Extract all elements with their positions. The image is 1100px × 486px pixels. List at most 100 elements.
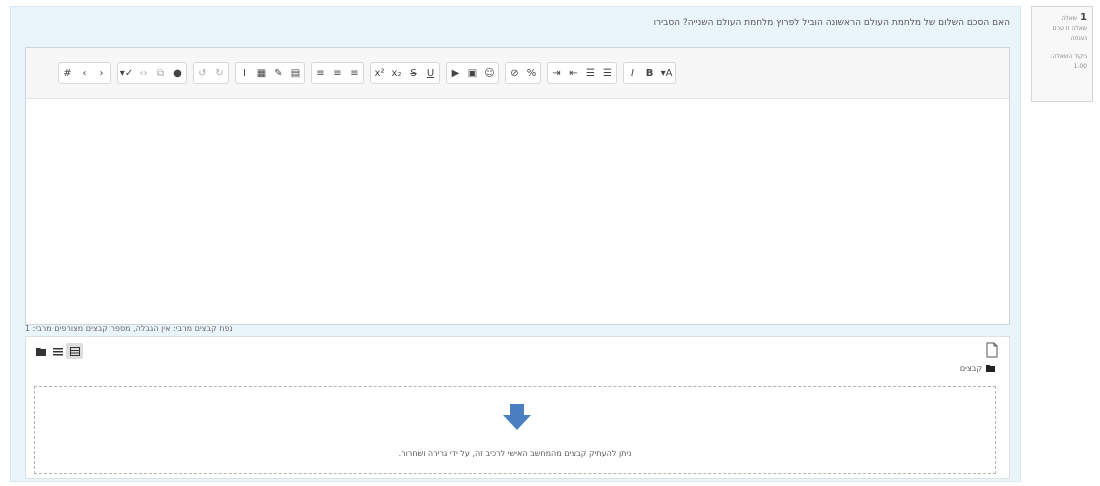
list-icon bbox=[52, 347, 63, 355]
undo-icon: ‹ bbox=[82, 67, 87, 79]
brush-icon: ▾✓ bbox=[119, 67, 134, 79]
question-text: האם הסכם השלום של מלחמת העולם הראשונה הו… bbox=[653, 18, 1010, 28]
link-icon: % bbox=[526, 67, 537, 79]
answer-textarea[interactable] bbox=[26, 100, 1009, 324]
align-left-button[interactable]: ≡ bbox=[346, 63, 363, 83]
table-button[interactable]: ▦ bbox=[253, 63, 270, 83]
indent-button[interactable]: ⇥ bbox=[548, 63, 565, 83]
bold-icon: B bbox=[645, 67, 654, 79]
drop-instruction-text: ניתן להעתיק קבצים מהמחשב האישי לרכיב זה,… bbox=[398, 449, 632, 458]
copy-icon: ⧉ bbox=[156, 67, 165, 79]
media-button[interactable]: ▶ bbox=[447, 63, 464, 83]
toolbar-groups: # ‹ › ▾✓ ‹› ⧉ ● ↺ ↻ I ▦ ✎ ▤ ≡ ≡ ≡ x² x₂ S U ▶ ▣ ☺ ⊘% ⇥ ⇤ ☰ ☰ I B ▾A bbox=[58, 62, 676, 84]
subscript-icon: x₂ bbox=[391, 67, 402, 79]
copy-button[interactable]: ⧉ bbox=[152, 63, 169, 83]
question-info-box: 1 שאלה שאלה זו טרם נענתה ניקוד השאלה: 1.… bbox=[1031, 6, 1093, 102]
redo-icon: › bbox=[99, 67, 104, 79]
outdent-icon: ⇤ bbox=[569, 67, 578, 79]
html-button[interactable]: # bbox=[59, 63, 76, 83]
unlink-icon: ⊘ bbox=[510, 67, 519, 79]
image-icon: ▣ bbox=[467, 67, 478, 79]
align-left-icon: ≡ bbox=[350, 67, 359, 79]
toolbar-group: I B ▾A bbox=[623, 62, 676, 84]
question-number: 1 bbox=[1080, 12, 1087, 23]
view-table-button[interactable] bbox=[66, 343, 83, 359]
align-right-button[interactable]: ≡ bbox=[312, 63, 329, 83]
font-size-icon: ▾A bbox=[660, 67, 673, 79]
table-view-icon bbox=[69, 346, 80, 356]
rotate-left-icon: ↺ bbox=[198, 67, 207, 79]
file-drop-zone[interactable]: ניתן להעתיק קבצים מהמחשב האישי לרכיב זה,… bbox=[34, 386, 996, 474]
subscript-button[interactable]: x₂ bbox=[388, 63, 405, 83]
emoji-icon: ☺ bbox=[484, 67, 495, 79]
file-manager: קבצים ניתן להעתיק קבצים מהמחשב האישי לרכ… bbox=[25, 336, 1010, 479]
question-status-2: נענתה bbox=[1070, 35, 1087, 42]
image-button[interactable]: ▣ bbox=[464, 63, 481, 83]
paste-button[interactable]: ▤ bbox=[287, 63, 304, 83]
edit-icon: ✎ bbox=[274, 67, 283, 79]
emoji-button[interactable]: ☺ bbox=[481, 63, 498, 83]
toolbar-group: ↺ ↻ bbox=[193, 62, 229, 84]
html-icon: # bbox=[63, 67, 72, 79]
toolbar-group: ▾✓ ‹› ⧉ ● bbox=[117, 62, 187, 84]
media-icon: ▶ bbox=[451, 67, 460, 79]
toolbar-group: x² x₂ S U bbox=[370, 62, 440, 84]
table-icon: ▦ bbox=[256, 67, 267, 79]
unlink-button[interactable]: ⊘ bbox=[506, 63, 523, 83]
toolbar-group: ≡ ≡ ≡ bbox=[311, 62, 364, 84]
numbered-list-icon: ☰ bbox=[586, 67, 595, 79]
answer-editor: # ‹ › ▾✓ ‹› ⧉ ● ↺ ↻ I ▦ ✎ ▤ ≡ ≡ ≡ x² x₂ S U ▶ ▣ ☺ ⊘% ⇥ ⇤ ☰ ☰ I B ▾A bbox=[25, 47, 1010, 325]
align-right-icon: ≡ bbox=[316, 67, 325, 79]
question-status-1: שאלה זו טרם bbox=[1052, 25, 1087, 32]
info-icon: ● bbox=[173, 67, 182, 79]
strikethrough-icon: S bbox=[410, 67, 417, 79]
toolbar-group: I ▦ ✎ ▤ bbox=[235, 62, 305, 84]
code-icon: ‹› bbox=[139, 67, 148, 79]
add-file-icon[interactable] bbox=[985, 342, 999, 358]
question-number-label: שאלה bbox=[1061, 15, 1078, 22]
view-mode-buttons bbox=[32, 343, 83, 359]
align-center-button[interactable]: ≡ bbox=[329, 63, 346, 83]
rotate-right-button[interactable]: ↻ bbox=[211, 63, 228, 83]
folder-path-label: קבצים bbox=[959, 364, 982, 373]
question-content: האם הסכם השלום של מלחמת העולם הראשונה הו… bbox=[10, 6, 1021, 482]
strikethrough-button[interactable]: S bbox=[405, 63, 422, 83]
outdent-button[interactable]: ⇤ bbox=[565, 63, 582, 83]
rotate-left-button[interactable]: ↺ bbox=[194, 63, 211, 83]
text-cursor-button[interactable]: I bbox=[236, 63, 253, 83]
font-size-button[interactable]: ▾A bbox=[658, 63, 675, 83]
superscript-icon: x² bbox=[374, 67, 385, 79]
paste-icon: ▤ bbox=[290, 67, 301, 79]
question-grade-label: ניקוד השאלה: bbox=[1050, 53, 1087, 60]
bold-button[interactable]: B bbox=[641, 63, 658, 83]
drop-arrow-icon bbox=[503, 404, 531, 430]
folder-icon bbox=[35, 347, 46, 356]
question-grade-value: 1.00 bbox=[1073, 63, 1087, 70]
indent-icon: ⇥ bbox=[552, 67, 561, 79]
info-button[interactable]: ● bbox=[169, 63, 186, 83]
folder-path[interactable]: קבצים bbox=[960, 364, 995, 373]
italic-button[interactable]: I bbox=[624, 63, 641, 83]
superscript-button[interactable]: x² bbox=[371, 63, 388, 83]
text-cursor-icon: I bbox=[243, 67, 246, 79]
toolbar-group: ▶ ▣ ☺ bbox=[446, 62, 499, 84]
redo-button[interactable]: › bbox=[93, 63, 110, 83]
edit-button[interactable]: ✎ bbox=[270, 63, 287, 83]
editor-toolbar: # ‹ › ▾✓ ‹› ⧉ ● ↺ ↻ I ▦ ✎ ▤ ≡ ≡ ≡ x² x₂ S U ▶ ▣ ☺ ⊘% ⇥ ⇤ ☰ ☰ I B ▾A bbox=[26, 48, 1009, 99]
view-list-button[interactable] bbox=[49, 343, 66, 359]
numbered-list-button[interactable]: ☰ bbox=[582, 63, 599, 83]
rotate-right-icon: ↻ bbox=[215, 67, 224, 79]
link-button[interactable]: % bbox=[523, 63, 540, 83]
undo-button[interactable]: ‹ bbox=[76, 63, 93, 83]
toolbar-group: ⊘% bbox=[505, 62, 541, 84]
question-number-row: 1 שאלה bbox=[1037, 13, 1087, 23]
toolbar-group: # ‹ › bbox=[58, 62, 111, 84]
bullet-list-button[interactable]: ☰ bbox=[599, 63, 616, 83]
view-folder-button[interactable] bbox=[32, 343, 49, 359]
align-center-icon: ≡ bbox=[333, 67, 342, 79]
brush-button[interactable]: ▾✓ bbox=[118, 63, 135, 83]
underline-icon: U bbox=[426, 67, 435, 79]
underline-button[interactable]: U bbox=[422, 63, 439, 83]
code-button[interactable]: ‹› bbox=[135, 63, 152, 83]
attachment-limits-text: נפח קבצים מרבי: אין הגבלה, מספר קבצים מצ… bbox=[25, 324, 233, 333]
